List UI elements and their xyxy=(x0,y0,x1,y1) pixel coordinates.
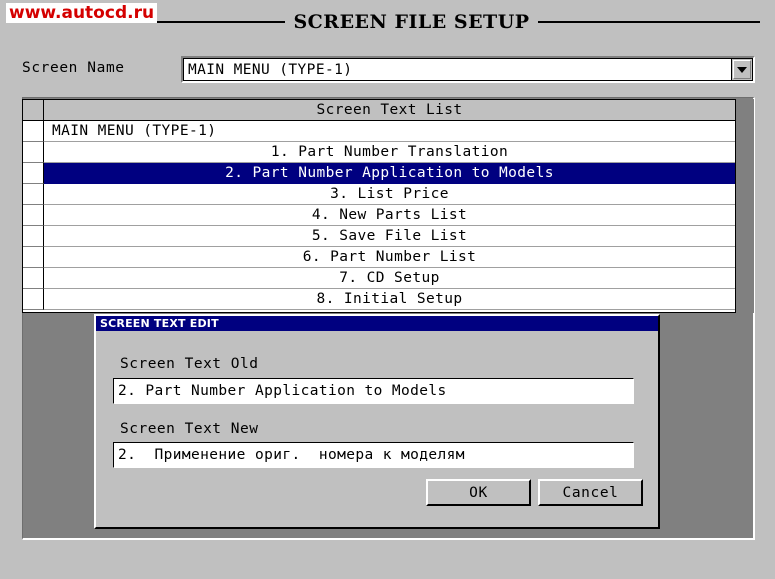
screen-name-combobox[interactable]: MAIN MENU (TYPE-1) xyxy=(181,56,755,83)
screen-text-old-input[interactable]: 2. Part Number Application to Models xyxy=(113,378,634,404)
table-row[interactable]: 1. Part Number Translation xyxy=(23,142,735,163)
screen-text-old-label: Screen Text Old xyxy=(120,356,259,372)
grid-corner-cell xyxy=(23,100,44,121)
row-selector-cell[interactable] xyxy=(23,226,44,247)
cancel-button[interactable]: Cancel xyxy=(538,479,643,506)
screen-text-cell[interactable]: 3. List Price xyxy=(44,184,735,205)
screen-text-cell[interactable]: MAIN MENU (TYPE-1) xyxy=(44,121,735,142)
grid-vertical-scrollbar[interactable] xyxy=(736,99,754,313)
row-selector-cell[interactable] xyxy=(23,121,44,142)
table-row[interactable]: MAIN MENU (TYPE-1) xyxy=(23,121,735,142)
row-selector-cell[interactable] xyxy=(23,268,44,289)
grid-body: MAIN MENU (TYPE-1) 1. Part Number Transla… xyxy=(23,121,735,310)
dialog-title: SCREEN TEXT EDIT xyxy=(96,316,658,331)
table-row[interactable]: 6. Part Number List xyxy=(23,247,735,268)
grid-header-row: Screen Text List xyxy=(23,100,735,121)
row-selector-cell[interactable] xyxy=(23,184,44,205)
site-watermark: www.autocd.ru xyxy=(6,3,158,23)
screen-text-cell[interactable]: 2. Part Number Application to Models xyxy=(44,163,735,184)
table-row[interactable]: 4. New Parts List xyxy=(23,205,735,226)
title-rule-right xyxy=(537,21,760,23)
screen-text-cell[interactable]: 7. CD Setup xyxy=(44,268,735,289)
screen-text-cell[interactable]: 6. Part Number List xyxy=(44,247,735,268)
screen-text-edit-dialog: SCREEN TEXT EDIT Screen Text Old 2. Part… xyxy=(94,314,660,529)
table-row[interactable]: 3. List Price xyxy=(23,184,735,205)
screen-text-list-grid[interactable]: Screen Text List MAIN MENU (TYPE-1) 1. Pa… xyxy=(22,99,736,313)
chevron-down-icon xyxy=(733,60,751,79)
screen-text-new-input[interactable]: 2. Применение ориг. номера к моделям xyxy=(113,442,634,468)
table-row[interactable]: 2. Part Number Application to Models xyxy=(23,163,735,184)
row-selector-cell[interactable] xyxy=(23,163,44,184)
table-row[interactable]: 5. Save File List xyxy=(23,226,735,247)
row-selector-cell[interactable] xyxy=(23,247,44,268)
screen-text-cell[interactable]: 4. New Parts List xyxy=(44,205,735,226)
table-row[interactable]: 8. Initial Setup xyxy=(23,289,735,310)
screen-text-cell[interactable]: 5. Save File List xyxy=(44,226,735,247)
row-selector-cell[interactable] xyxy=(23,205,44,226)
page-title: SCREEN FILE SETUP xyxy=(293,11,530,33)
screen-text-cell[interactable]: 1. Part Number Translation xyxy=(44,142,735,163)
row-selector-cell[interactable] xyxy=(23,142,44,163)
screen-name-row: Screen Name MAIN MENU (TYPE-1) xyxy=(0,56,775,86)
screen-text-cell[interactable]: 8. Initial Setup xyxy=(44,289,735,310)
screen-name-input[interactable]: MAIN MENU (TYPE-1) xyxy=(183,58,731,81)
screen-text-new-label: Screen Text New xyxy=(120,421,259,437)
chevron-down-glyph xyxy=(737,66,747,73)
screen-name-label: Screen Name xyxy=(22,60,125,76)
ok-button[interactable]: OK xyxy=(426,479,531,506)
screen-name-dropdown-button[interactable] xyxy=(731,58,753,81)
table-row[interactable]: 7. CD Setup xyxy=(23,268,735,289)
row-selector-cell[interactable] xyxy=(23,289,44,310)
grid-header-label: Screen Text List xyxy=(44,100,735,121)
